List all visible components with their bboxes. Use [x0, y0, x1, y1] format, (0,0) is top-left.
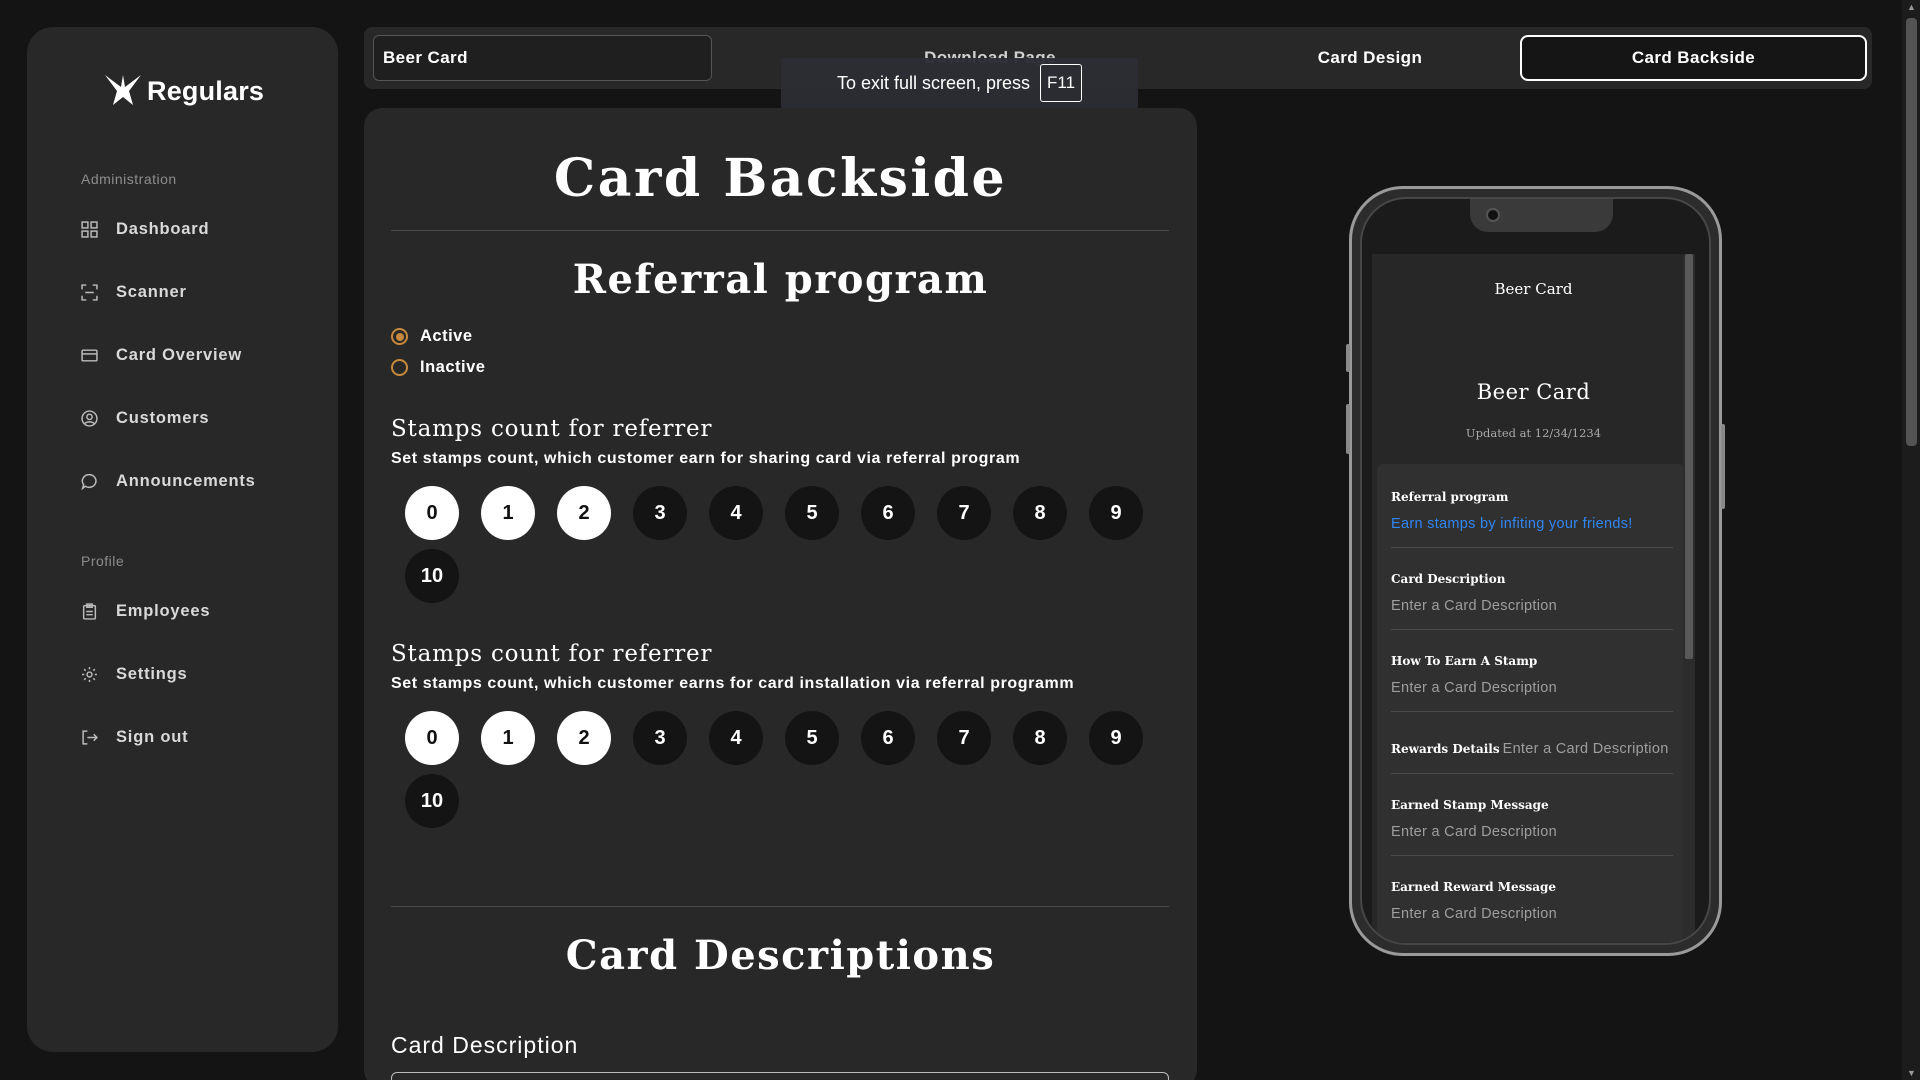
stamps-referrer-desc-2: Set stamps count, which customer earns f…	[391, 675, 1075, 692]
card-descriptions-title: Card Descriptions	[565, 932, 996, 979]
stamp-count-option[interactable]: 5	[785, 486, 839, 540]
user-circle-icon	[81, 410, 98, 427]
stamp-count-option[interactable]: 6	[861, 711, 915, 765]
phone-field-card-description: Card Description Enter a Card Descriptio…	[1391, 572, 1673, 630]
stamp-count-option[interactable]: 2	[557, 486, 611, 540]
stamp-count-option[interactable]: 1	[481, 486, 535, 540]
phone-card-details: Referral program Earn stamps by infiting…	[1377, 464, 1685, 943]
phone-button	[1346, 404, 1350, 454]
stamp-count-option[interactable]: 2	[557, 711, 611, 765]
stamp-count-option[interactable]: 5	[785, 711, 839, 765]
stamp-count-option[interactable]: 10	[405, 774, 459, 828]
card-name-input[interactable]	[373, 35, 712, 81]
page-title: Card Backside	[553, 148, 1008, 209]
clipboard-icon	[82, 603, 97, 620]
scroll-down-icon[interactable]: ▼	[1907, 1068, 1916, 1078]
grid-icon	[81, 221, 98, 238]
stamp-count-option[interactable]: 7	[937, 486, 991, 540]
chat-bubble-icon	[81, 473, 97, 490]
scroll-thumb[interactable]	[1685, 254, 1693, 659]
sidebar-item-dashboard[interactable]: Dashboard	[81, 220, 209, 239]
sidebar-item-announcements[interactable]: Announcements	[81, 472, 256, 491]
sidebar-item-customers[interactable]: Customers	[81, 409, 209, 428]
radio-inactive[interactable]: Inactive	[391, 358, 485, 377]
fullscreen-notice-text: To exit full screen, press	[836, 72, 1031, 93]
divider	[391, 906, 1169, 907]
stamp-count-option[interactable]: 4	[709, 711, 763, 765]
phone-card-name: Beer Card	[1476, 380, 1591, 404]
stamp-count-option[interactable]: 10	[405, 549, 459, 603]
phone-horizontal-scrollbar[interactable]: ▶	[1377, 941, 1683, 945]
phone-screen: Beer Card Beer Card Updated at 12/34/123…	[1372, 254, 1695, 945]
page-scroll-thumb[interactable]	[1906, 18, 1917, 446]
phone-button	[1346, 344, 1350, 372]
radio-label: Inactive	[420, 358, 486, 376]
stamp-count-selector-2: 0 1 2 3 4 5 6 7 8 9 10	[405, 711, 1165, 828]
phone-field-referral: Referral program Earn stamps by infiting…	[1391, 490, 1673, 548]
stamp-count-option[interactable]: 9	[1089, 711, 1143, 765]
tab-card-backside[interactable]: Card Backside	[1520, 35, 1867, 81]
card-description-field[interactable]	[391, 1072, 1169, 1080]
stamps-referrer-title-1: Stamps count for referrer	[391, 416, 713, 442]
card-description-label: Card Description	[391, 1032, 579, 1058]
stamp-count-selector-1: 0 1 2 3 4 5 6 7 8 9 10	[405, 486, 1165, 603]
sidebar-item-scanner[interactable]: Scanner	[81, 283, 187, 302]
phone-notch	[1470, 199, 1613, 232]
stamp-count-option[interactable]: 8	[1013, 486, 1067, 540]
fullscreen-notice: To exit full screen, press F11	[781, 58, 1138, 108]
scroll-up-icon[interactable]: ▲	[1907, 2, 1916, 12]
divider	[391, 230, 1169, 231]
phone-field-earned-stamp: Earned Stamp Message Enter a Card Descri…	[1391, 798, 1673, 856]
radio-button[interactable]	[391, 328, 408, 345]
card-icon	[81, 349, 98, 362]
sidebar-item-card-overview[interactable]: Card Overview	[81, 346, 242, 365]
stamp-count-option[interactable]: 9	[1089, 486, 1143, 540]
stamp-count-option[interactable]: 0	[405, 711, 459, 765]
stamps-referrer-title-2: Stamps count for referrer	[391, 641, 713, 667]
scan-icon	[81, 284, 98, 301]
section-administration: Administration	[81, 171, 177, 187]
phone-field-rewards-details: Rewards Details Enter a Card Description	[1391, 724, 1673, 774]
phone-field-how-to-earn: How To Earn A Stamp Enter a Card Descrip…	[1391, 654, 1673, 712]
stamp-count-option[interactable]: 6	[861, 486, 915, 540]
referral-link[interactable]: Earn stamps by infiting your friends!	[1391, 516, 1673, 532]
page-scrollbar[interactable]: ▲ ▼	[1902, 0, 1920, 1080]
phone-preview: Beer Card Beer Card Updated at 12/34/123…	[1346, 186, 1725, 956]
stamp-count-option[interactable]: 0	[405, 486, 459, 540]
phone-header-title: Beer Card	[1494, 280, 1573, 298]
gear-icon	[82, 667, 97, 682]
radio-label: Active	[420, 327, 473, 345]
sign-out-icon	[82, 730, 98, 745]
referral-program-title: Referral program	[572, 256, 989, 303]
sidebar-item-sign-out[interactable]: Sign out	[81, 728, 188, 747]
stamp-count-option[interactable]: 4	[709, 486, 763, 540]
sidebar: Regulars Administration Dashboard Scanne…	[27, 27, 338, 1052]
logo-icon	[105, 75, 141, 105]
stamps-referrer-desc-1: Set stamps count, which customer earn fo…	[391, 450, 1021, 467]
sidebar-item-settings[interactable]: Settings	[81, 665, 188, 684]
stamp-count-option[interactable]: 1	[481, 711, 535, 765]
phone-updated-at: Updated at 12/34/1234	[1465, 426, 1602, 440]
phone-vertical-scrollbar[interactable]: ▼	[1683, 254, 1695, 943]
camera-icon	[1486, 208, 1500, 222]
phone-screen-frame: Beer Card Beer Card Updated at 12/34/123…	[1360, 197, 1711, 945]
brand-name: Regulars	[147, 75, 265, 106]
radio-active[interactable]: Active	[391, 327, 473, 346]
scroll-down-icon[interactable]: ▼	[1685, 942, 1693, 943]
section-profile: Profile	[81, 553, 125, 569]
stamp-count-option[interactable]: 3	[633, 711, 687, 765]
stamp-count-option[interactable]: 3	[633, 486, 687, 540]
scroll-thumb[interactable]	[1377, 944, 1657, 945]
brand-logo[interactable]: Regulars	[103, 71, 264, 111]
stamp-count-option[interactable]: 7	[937, 711, 991, 765]
sidebar-item-employees[interactable]: Employees	[81, 602, 210, 621]
stamp-count-option[interactable]: 8	[1013, 711, 1067, 765]
phone-field-earned-reward: Earned Reward Message Enter a Card Descr…	[1391, 880, 1557, 922]
radio-button[interactable]	[391, 359, 408, 376]
scroll-right-icon[interactable]: ▶	[1674, 941, 1681, 943]
fullscreen-key: F11	[1040, 64, 1083, 102]
tab-card-design[interactable]: Card Design	[1194, 35, 1546, 81]
card-backside-panel: Card Backside Referral program Active In…	[364, 108, 1197, 1080]
phone-button	[1721, 424, 1725, 509]
